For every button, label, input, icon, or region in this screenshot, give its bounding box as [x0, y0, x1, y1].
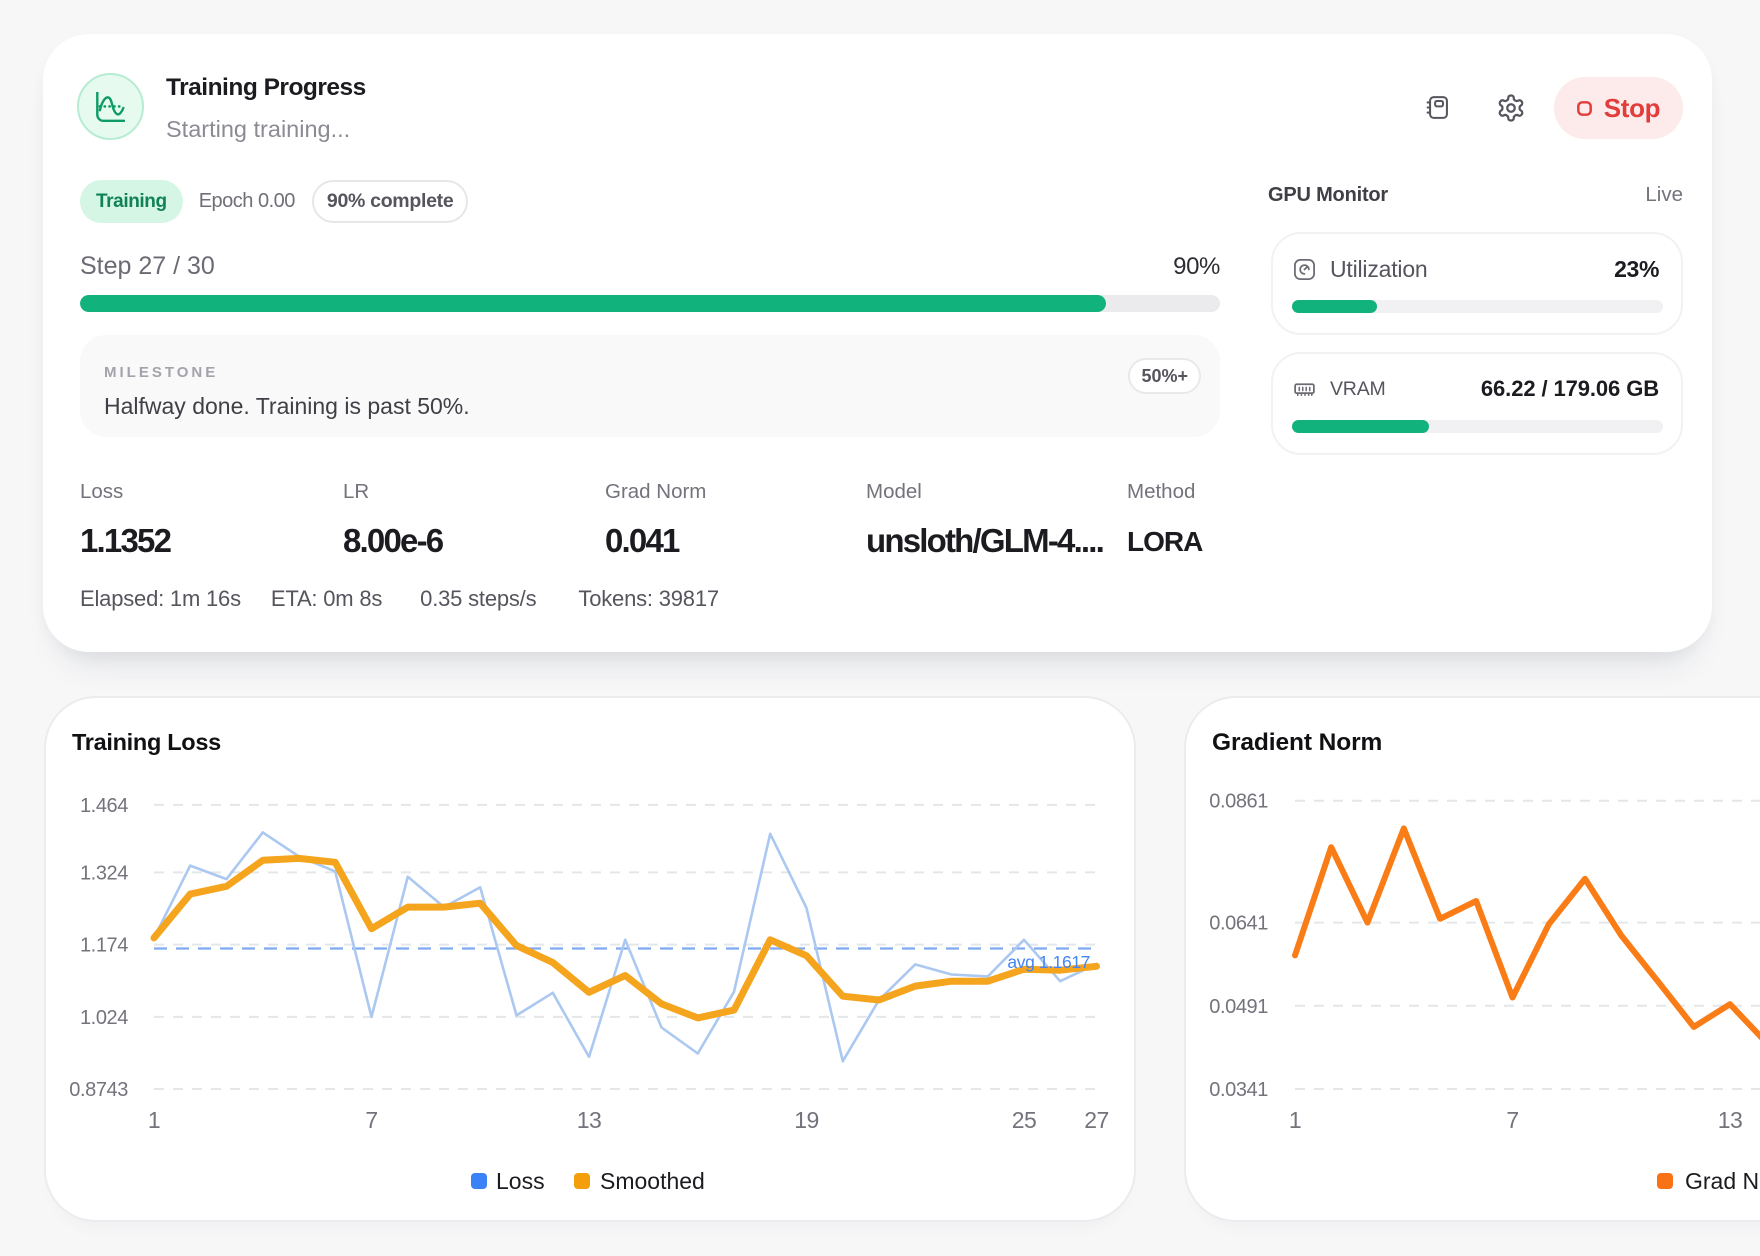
- svg-text:25: 25: [1012, 1107, 1037, 1133]
- svg-text:1.024: 1.024: [80, 1007, 128, 1029]
- svg-text:Grad Norm: Grad Norm: [1685, 1168, 1760, 1194]
- svg-text:13: 13: [577, 1107, 602, 1133]
- svg-text:0.0341: 0.0341: [1209, 1079, 1268, 1101]
- svg-text:27: 27: [1084, 1107, 1109, 1133]
- svg-text:13: 13: [1718, 1107, 1743, 1133]
- svg-text:1.174: 1.174: [80, 935, 128, 957]
- svg-text:0.0491: 0.0491: [1209, 996, 1268, 1018]
- svg-text:1.324: 1.324: [80, 862, 128, 884]
- svg-text:avg 1.1617: avg 1.1617: [1007, 952, 1090, 972]
- svg-text:1: 1: [148, 1107, 160, 1133]
- svg-text:0.0861: 0.0861: [1209, 791, 1268, 813]
- svg-text:1.464: 1.464: [80, 795, 128, 817]
- svg-text:Smoothed: Smoothed: [600, 1168, 705, 1194]
- svg-text:1: 1: [1289, 1107, 1301, 1133]
- svg-text:0.0641: 0.0641: [1209, 913, 1268, 935]
- svg-text:Loss: Loss: [496, 1168, 545, 1194]
- svg-text:19: 19: [794, 1107, 819, 1133]
- svg-text:0.8743: 0.8743: [69, 1079, 128, 1101]
- svg-text:7: 7: [365, 1107, 377, 1133]
- svg-text:7: 7: [1506, 1107, 1518, 1133]
